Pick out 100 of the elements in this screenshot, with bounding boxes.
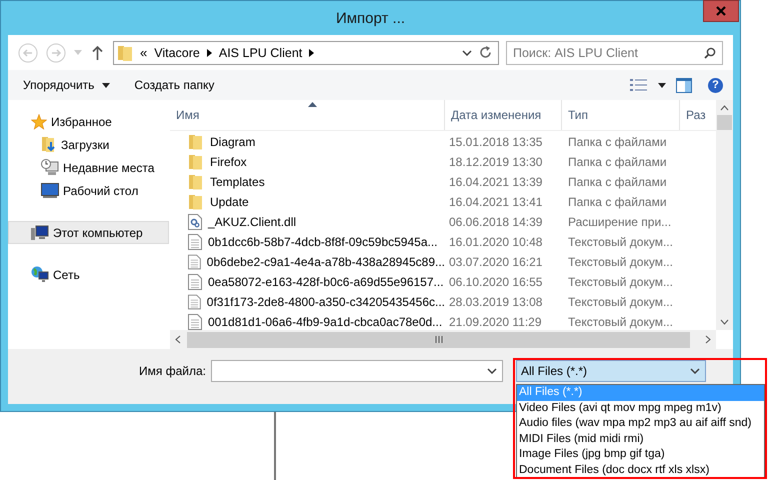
chevron-icon[interactable] bbox=[206, 48, 212, 56]
computer-icon bbox=[31, 224, 49, 240]
file-name: _AKUZ.Client.dll bbox=[208, 215, 296, 229]
date-cell-text: 03.07.2020 16:21 bbox=[448, 255, 544, 269]
folder-icon bbox=[188, 194, 204, 210]
sidebar-item[interactable]: Этот компьютер bbox=[8, 221, 169, 244]
folder-icon bbox=[188, 154, 204, 170]
file-type-option[interactable]: Document Files (doc docx rtf xls xlsx) bbox=[517, 462, 764, 478]
file-row[interactable]: 0f31f173-2de8-4800-a350-c34205435456c... 28.03.2019 13:08 Текстовый докум... bbox=[170, 292, 716, 312]
file-row[interactable]: Templates 16.04.2021 13:39 Папка с файлами bbox=[170, 172, 716, 192]
type-cell-text: Текстовый докум... bbox=[567, 255, 674, 269]
file-name-field[interactable] bbox=[211, 360, 503, 382]
overflow-chevron[interactable]: « bbox=[140, 45, 148, 60]
type-cell-text: Текстовый докум... bbox=[567, 235, 674, 249]
type-cell-text: Расширение при... bbox=[567, 215, 672, 229]
file-row[interactable]: Diagram 15.01.2018 13:35 Папка с файлами bbox=[170, 132, 716, 152]
file-row[interactable]: 0b1dcc6b-58b7-4dcb-8f8f-09c59bc5945a... 16.01.2020 10:48 Текстовый докум... bbox=[170, 232, 716, 252]
scroll-thumb[interactable] bbox=[187, 332, 690, 348]
sidebar-item[interactable]: Рабочий стол bbox=[8, 179, 169, 202]
type-cell-text: Папка с файлами bbox=[567, 175, 668, 189]
date-cell-text: 06.06.2018 14:39 bbox=[448, 215, 544, 229]
caret-icon[interactable] bbox=[658, 82, 666, 88]
close-button[interactable] bbox=[703, 0, 739, 22]
sidebar-label: Рабочий стол bbox=[63, 184, 138, 198]
vertical-scrollbar[interactable] bbox=[716, 100, 733, 330]
text-file-icon bbox=[188, 234, 202, 250]
column-header[interactable]: Дата изменения bbox=[445, 100, 562, 130]
organize-button[interactable]: Упорядочить bbox=[16, 75, 118, 95]
close-icon bbox=[716, 6, 726, 16]
text-file-icon bbox=[188, 254, 201, 270]
window-title: Импорт ... bbox=[336, 10, 406, 26]
sidebar-label: Сеть bbox=[53, 268, 80, 282]
address-bar[interactable]: « Vitacore AIS LPU Client bbox=[113, 40, 499, 64]
date-cell-text: 16.04.2021 13:39 bbox=[448, 175, 544, 189]
sidebar-label: Избранное bbox=[51, 114, 112, 128]
sidebar-label: Недавние места bbox=[63, 160, 154, 174]
column-header[interactable]: Тип bbox=[562, 100, 680, 130]
file-row[interactable]: 0b6debe2-c9a1-4e4a-a78b-438a28945c89... 03.07.2020 16:21 Текстовый докум... bbox=[170, 252, 716, 272]
scroll-left-icon[interactable] bbox=[175, 335, 181, 344]
breadcrumb[interactable]: AIS LPU Client bbox=[218, 46, 302, 60]
date-cell-text: 06.10.2020 16:55 bbox=[448, 275, 544, 289]
sidebar-item[interactable]: Сеть bbox=[8, 263, 169, 286]
file-name: 001d81d1-06a6-4fb9-9a1d-cbca0ac78e0d... bbox=[208, 315, 442, 329]
star-icon bbox=[31, 114, 47, 130]
sidebar-label: Загрузки bbox=[61, 138, 110, 152]
file-name: Firefox bbox=[210, 155, 247, 169]
date-cell-text: 15.01.2018 13:35 bbox=[448, 135, 544, 149]
text-file-icon bbox=[188, 314, 202, 330]
dropdown-icon bbox=[690, 368, 700, 374]
type-cell-text: Текстовый докум... bbox=[567, 315, 674, 329]
file-row[interactable]: 001d81d1-06a6-4fb9-9a1d-cbca0ac78e0d... 21.09.2020 11:29 Текстовый докум... bbox=[170, 312, 716, 330]
network-icon bbox=[31, 266, 49, 283]
type-cell-text: Папка с файлами bbox=[567, 195, 668, 209]
file-row[interactable]: Firefox 18.12.2019 13:30 Папка с файлами bbox=[170, 152, 716, 172]
horizontal-scrollbar[interactable] bbox=[170, 330, 716, 349]
search-field[interactable]: Поиск: AIS LPU Client bbox=[506, 40, 723, 64]
file-name: Diagram bbox=[210, 135, 256, 149]
scroll-up-icon[interactable] bbox=[720, 105, 729, 111]
file-name-label: Имя файла: bbox=[138, 363, 206, 378]
type-cell-text: Папка с файлами bbox=[567, 135, 668, 149]
scroll-down-icon[interactable] bbox=[720, 319, 729, 325]
sort-ascending-icon bbox=[308, 102, 317, 107]
file-type-dropdown[interactable]: All Files (*.*) bbox=[516, 360, 706, 382]
type-cell-text: Папка с файлами bbox=[567, 155, 668, 169]
file-type-option[interactable]: Video Files (avi qt mov mpg mpeg m1v) bbox=[517, 400, 764, 416]
text-file-icon bbox=[188, 274, 202, 290]
sidebar-item[interactable]: Избранное bbox=[8, 110, 169, 133]
file-row[interactable]: _AKUZ.Client.dll 06.06.2018 14:39 Расширение при... bbox=[170, 212, 716, 232]
sidebar-item[interactable]: Недавние места bbox=[8, 156, 169, 179]
file-name: 0b6debe2-c9a1-4e4a-a78b-438a28945c89... bbox=[206, 255, 445, 269]
file-row[interactable]: Update 16.04.2021 13:41 Папка с файлами bbox=[170, 192, 716, 212]
type-cell-text: Текстовый докум... bbox=[567, 295, 674, 309]
date-cell-text: 21.09.2020 11:29 bbox=[448, 315, 543, 329]
scroll-right-icon[interactable] bbox=[705, 335, 711, 344]
view-list-icon[interactable] bbox=[630, 78, 648, 92]
help-button[interactable]: ? bbox=[708, 78, 723, 92]
up-arrow-icon[interactable] bbox=[92, 46, 103, 60]
breadcrumb[interactable]: Vitacore bbox=[154, 46, 200, 60]
sidebar-item[interactable]: Загрузки bbox=[8, 133, 169, 156]
column-header[interactable]: Раз bbox=[680, 100, 716, 130]
settings-file-icon bbox=[188, 214, 202, 230]
text-file-icon bbox=[188, 294, 201, 310]
refresh-icon[interactable] bbox=[479, 46, 492, 59]
date-cell-text: 16.01.2020 10:48 bbox=[448, 235, 544, 249]
folder-icon bbox=[188, 174, 204, 190]
file-name: Update bbox=[210, 195, 249, 209]
new-folder-button[interactable]: Создать папку bbox=[127, 75, 222, 95]
chevron-icon[interactable] bbox=[309, 48, 314, 56]
file-name: 0f31f173-2de8-4800-a350-c34205435456c... bbox=[206, 295, 445, 309]
file-type-option[interactable]: Audio files (wav mpa mp2 mp3 au aif aiff snd) bbox=[517, 416, 764, 432]
dropdown-icon[interactable] bbox=[462, 50, 472, 56]
file-type-option[interactable]: Image Files (jpg bmp gif tga) bbox=[517, 447, 764, 462]
date-cell-text: 16.04.2021 13:41 bbox=[448, 195, 544, 209]
file-row[interactable]: 0ea58072-e163-428f-b0c6-a69d55e96157... 06.10.2020 16:55 Текстовый докум... bbox=[170, 272, 716, 292]
sidebar-label: Этот компьютер bbox=[53, 226, 143, 240]
file-type-option[interactable]: MIDI Files (mid midi rmi) bbox=[517, 432, 764, 447]
scroll-thumb[interactable] bbox=[717, 115, 732, 130]
preview-pane-icon[interactable] bbox=[676, 78, 692, 92]
date-cell-text: 18.12.2019 13:30 bbox=[448, 155, 544, 169]
column-header[interactable]: Имя bbox=[170, 100, 445, 130]
